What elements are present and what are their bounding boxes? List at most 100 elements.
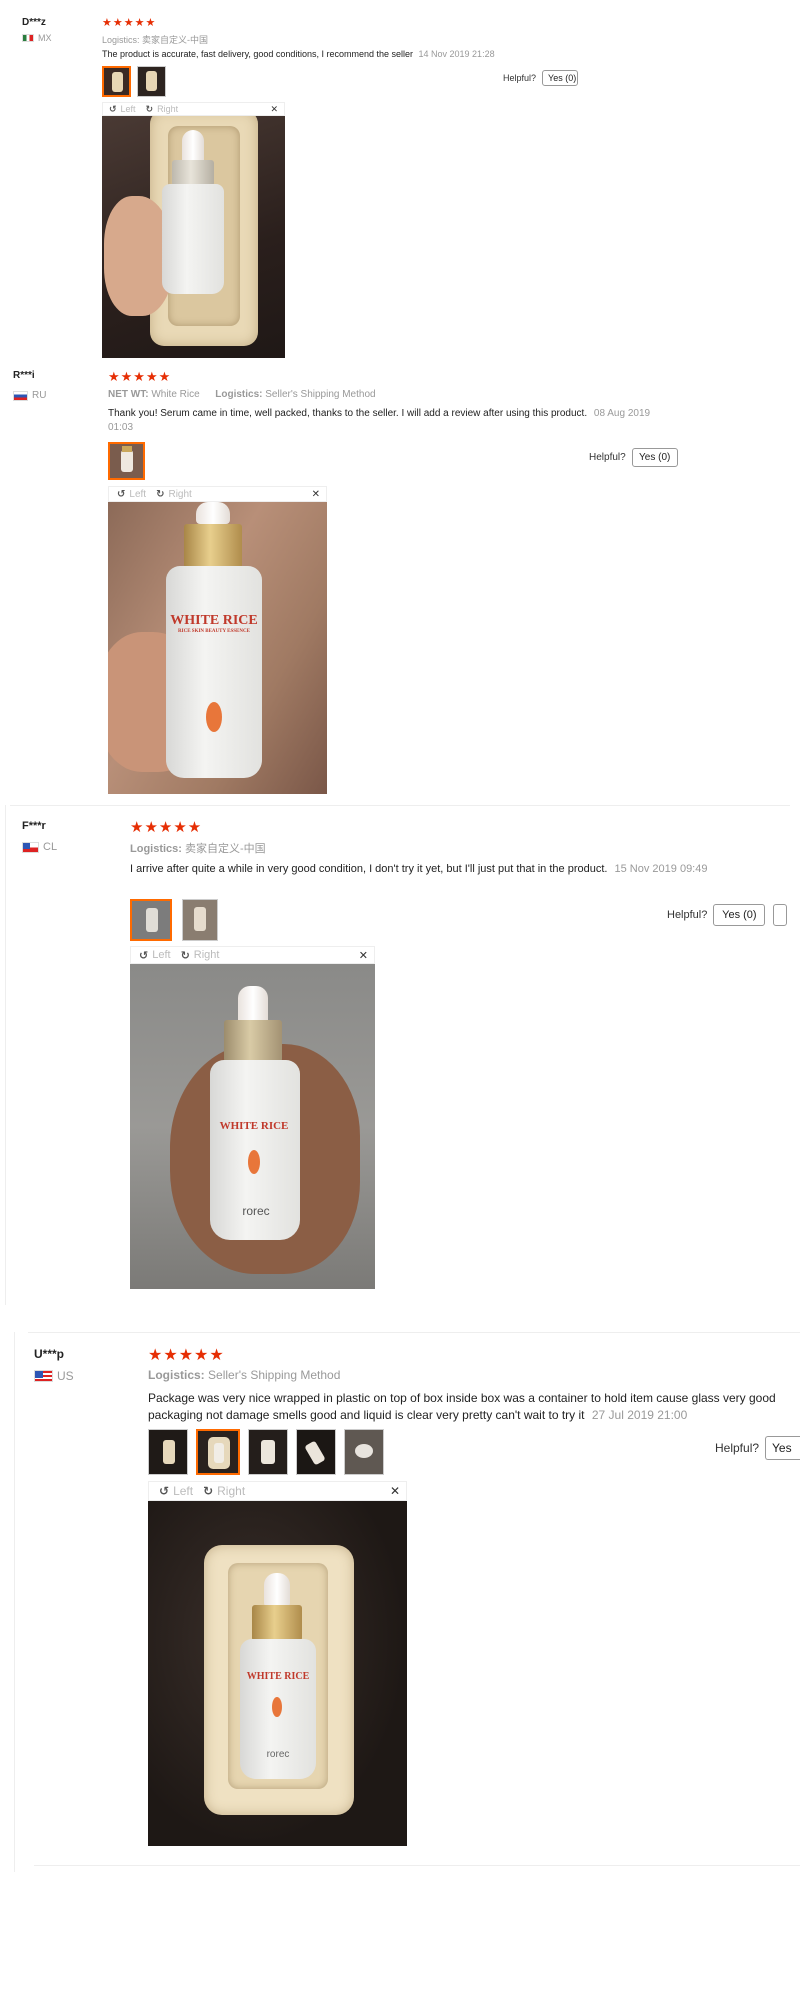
review-photo: WHITE RICE rorec xyxy=(130,964,375,1289)
reviewer-country: CL xyxy=(22,841,57,853)
review-text: Thank you! Serum came in time, well pack… xyxy=(108,407,653,435)
photo-thumbnail[interactable] xyxy=(248,1429,288,1475)
photo-thumbnails xyxy=(130,899,218,941)
rice-icon xyxy=(206,702,222,732)
close-icon[interactable]: ✕ xyxy=(359,949,368,962)
bottle-cap xyxy=(224,1020,282,1062)
brand-text: rorec xyxy=(242,1204,270,1218)
net-wt-value: White Rice xyxy=(151,389,200,400)
photo-thumbnail[interactable] xyxy=(130,899,172,941)
review-photo: WHITE RICE RICE SKIN BEAUTY ESSENCE xyxy=(108,502,327,794)
usa-flag-icon xyxy=(34,1370,53,1382)
reviewer-name: U***p xyxy=(34,1347,65,1361)
logistics-value: 卖家自定义-中国 xyxy=(185,843,266,855)
logistics-value: Seller's Shipping Method xyxy=(265,389,376,400)
rotate-left-button[interactable]: ↺ Left xyxy=(117,489,146,500)
rotate-right-button[interactable]: ↻ Right xyxy=(156,489,192,500)
country-code: CL xyxy=(43,841,58,853)
rice-icon xyxy=(272,1697,282,1717)
bottle-label: WHITE RICE xyxy=(246,1671,310,1682)
review-date: 14 Nov 2019 21:28 xyxy=(418,49,495,59)
reviewer-name: D***z xyxy=(22,17,46,28)
reviewer-country: RU xyxy=(13,390,46,401)
reviewer-country: MX xyxy=(22,33,52,43)
rotate-right-icon: ↻ xyxy=(145,103,154,114)
review-divider xyxy=(34,1865,800,1866)
rotate-left-button[interactable]: ↺ Left xyxy=(159,1484,193,1498)
logistics-value: Seller's Shipping Method xyxy=(208,1368,341,1382)
rotate-right-button[interactable]: ↻ Right xyxy=(181,949,220,962)
rotate-right-icon: ↻ xyxy=(156,488,165,500)
brand-text: rorec xyxy=(266,1749,290,1760)
close-icon[interactable]: ✕ xyxy=(390,1484,400,1498)
country-code: RU xyxy=(32,390,47,401)
logistics-label: Logistics: xyxy=(215,389,263,400)
helpful-label: Helpful? xyxy=(715,1441,760,1455)
photo-toolbar: ↺ Left ↻ Right ✕ xyxy=(108,486,327,502)
logistics-value: 卖家自定义-中国 xyxy=(142,35,209,45)
helpful-label: Helpful? xyxy=(667,909,708,921)
photo-toolbar: ↺ Left ↻ Right ✕ xyxy=(130,946,375,964)
helpful-no-button[interactable] xyxy=(773,904,788,926)
helpful-section: Helpful? Yes (0) xyxy=(589,448,678,467)
photo-thumbnail[interactable] xyxy=(344,1429,384,1475)
photo-thumbnail[interactable] xyxy=(182,899,218,941)
rotate-right-button[interactable]: ↻ Right xyxy=(146,104,179,115)
rating-stars: ★★★★★ xyxy=(130,819,203,836)
logistics-info: Logistics: 卖家自定义-中国 xyxy=(102,33,208,46)
close-icon[interactable]: ✕ xyxy=(270,104,278,115)
comment-text: The product is accurate, fast delivery, … xyxy=(102,49,413,59)
rotate-left-button[interactable]: ↺ Left xyxy=(139,949,171,962)
helpful-yes-button[interactable]: Yes (0) xyxy=(713,904,766,926)
review-text: I arrive after quite a while in very goo… xyxy=(130,861,730,877)
comment-text: Thank you! Serum came in time, well pack… xyxy=(108,408,588,419)
review-date: 27 Jul 2019 21:00 xyxy=(591,1408,688,1422)
logistics-info: Logistics: 卖家自定义-中国 xyxy=(130,840,266,856)
review-divider xyxy=(10,805,790,806)
country-code: US xyxy=(57,1369,74,1383)
bottle-cap xyxy=(184,524,242,568)
photo-thumbnail[interactable] xyxy=(108,442,145,480)
photo-thumbnail[interactable] xyxy=(137,66,166,97)
rating-stars: ★★★★★ xyxy=(108,369,172,384)
country-code: MX xyxy=(38,33,52,43)
helpful-yes-button[interactable]: Yes (0) xyxy=(542,70,579,86)
review-photo xyxy=(102,116,285,358)
rotate-left-icon: ↺ xyxy=(117,488,126,500)
photo-thumbnail[interactable] xyxy=(148,1429,188,1475)
review-text: The product is accurate, fast delivery, … xyxy=(102,49,495,59)
rotate-right-icon: ↻ xyxy=(203,1484,214,1498)
photo-thumbnail[interactable] xyxy=(296,1429,336,1475)
review-date: 15 Nov 2019 09:49 xyxy=(614,863,708,875)
logistics-label: Logistics: xyxy=(102,35,140,45)
close-icon[interactable]: ✕ xyxy=(312,489,320,500)
helpful-section: Helpful? Yes (0) xyxy=(503,70,579,86)
photo-toolbar: ↺ Left ↻ Right ✕ xyxy=(102,102,285,116)
logistics-label: Logistics: xyxy=(148,1368,205,1382)
product-info: NET WT: White Rice Logistics: Seller's S… xyxy=(108,389,376,400)
logistics-label: Logistics: xyxy=(130,843,182,855)
mexico-flag-icon xyxy=(22,34,34,42)
helpful-section: Helpful? Yes xyxy=(715,1436,800,1460)
rating-stars: ★★★★★ xyxy=(148,1347,225,1364)
chile-flag-icon xyxy=(22,841,39,853)
comment-text: I arrive after quite a while in very goo… xyxy=(130,863,608,875)
serum-bottle xyxy=(166,566,262,778)
photo-thumbnail[interactable] xyxy=(102,66,131,97)
serum-bottle xyxy=(162,184,224,294)
review-photo: WHITE RICE rorec xyxy=(148,1501,407,1846)
reviewer-name: F***r xyxy=(22,820,46,832)
photo-toolbar: ↺ Left ↻ Right ✕ xyxy=(148,1481,407,1501)
helpful-yes-button[interactable]: Yes xyxy=(765,1436,800,1460)
helpful-label: Helpful? xyxy=(503,73,537,83)
rotate-left-button[interactable]: ↺ Left xyxy=(109,104,136,115)
rotate-left-icon: ↺ xyxy=(109,103,117,114)
photo-thumbnail[interactable] xyxy=(196,1429,240,1475)
helpful-section: Helpful? Yes (0) xyxy=(667,904,788,926)
rotate-left-icon: ↺ xyxy=(139,949,149,962)
helpful-yes-button[interactable]: Yes (0) xyxy=(631,448,678,467)
rotate-right-icon: ↻ xyxy=(180,949,190,962)
reviewer-name: R***i xyxy=(13,370,35,381)
rotate-right-button[interactable]: ↻ Right xyxy=(203,1484,245,1498)
reviewer-country: US xyxy=(34,1369,74,1383)
